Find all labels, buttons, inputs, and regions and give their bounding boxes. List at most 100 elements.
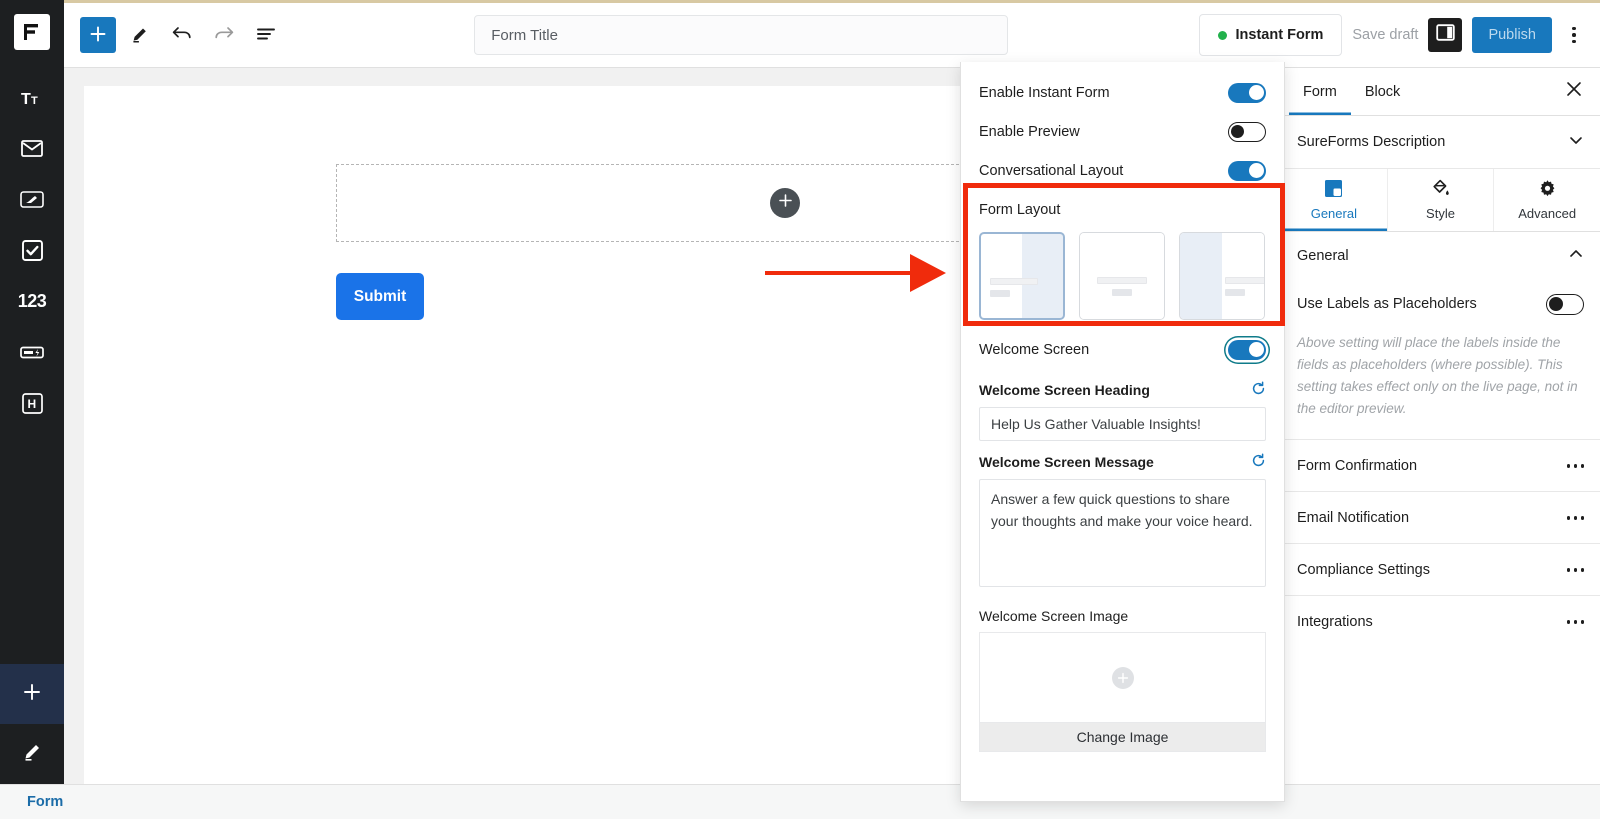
left-tool-rail: TT 123 <box>0 0 64 784</box>
conversational-layout-label: Conversational Layout <box>979 163 1123 179</box>
layout-centered-option[interactable] <box>1079 232 1165 320</box>
reset-arrow-icon[interactable] <box>1251 381 1266 399</box>
enable-preview-toggle[interactable] <box>1228 122 1266 142</box>
form-submit-button[interactable]: Submit <box>336 273 424 320</box>
subtab-advanced-label: Advanced <box>1518 206 1576 221</box>
ellipsis-icon[interactable] <box>1567 516 1585 520</box>
enable-instant-form-row: Enable Instant Form <box>979 73 1266 112</box>
subtab-style[interactable]: Style <box>1388 169 1495 231</box>
toggle-knob <box>1249 85 1264 100</box>
sureforms-description-header[interactable]: SureForms Description <box>1281 116 1600 168</box>
close-x-icon <box>1566 81 1582 102</box>
undo-button[interactable] <box>164 17 200 53</box>
svg-text:H: H <box>27 397 36 411</box>
welcome-heading-label: Welcome Screen Heading <box>979 382 1150 398</box>
signature-field-tool[interactable] <box>0 174 64 225</box>
text-size-icon: TT <box>21 89 43 107</box>
input-field-tool[interactable] <box>0 327 64 378</box>
sureforms-logo-icon[interactable] <box>14 14 50 50</box>
welcome-screen-image-dropzone[interactable] <box>979 632 1266 722</box>
compliance-settings-label: Compliance Settings <box>1297 562 1430 578</box>
signature-icon <box>20 191 44 208</box>
tab-block[interactable]: Block <box>1351 68 1414 115</box>
conversational-layout-toggle[interactable] <box>1228 161 1266 181</box>
compliance-settings-row[interactable]: Compliance Settings <box>1281 543 1600 595</box>
form-confirmation-row[interactable]: Form Confirmation <box>1281 439 1600 491</box>
tab-form[interactable]: Form <box>1289 68 1351 115</box>
block-settings-subtabs: General Style Advanced <box>1281 168 1600 232</box>
header-title-area <box>284 15 1199 55</box>
welcome-heading-label-row: Welcome Screen Heading <box>979 381 1266 399</box>
more-options-button[interactable] <box>1562 27 1586 44</box>
sureforms-description-title: SureForms Description <box>1297 134 1445 150</box>
rail-tool-list: TT 123 <box>0 72 64 429</box>
subtab-advanced[interactable]: Advanced <box>1494 169 1600 231</box>
instant-form-button[interactable]: Instant Form <box>1199 14 1343 56</box>
form-layout-label: Form Layout <box>979 202 1266 218</box>
subtab-general[interactable]: General <box>1281 169 1388 231</box>
chevron-down-icon <box>1568 132 1584 152</box>
add-block-button[interactable] <box>80 17 116 53</box>
rail-bottom-actions <box>0 664 64 784</box>
ellipsis-icon[interactable] <box>1567 620 1585 624</box>
redo-button[interactable] <box>206 17 242 53</box>
general-group-header[interactable]: General <box>1281 232 1600 280</box>
add-block-inline-button[interactable] <box>770 188 800 218</box>
editor-root: TT 123 <box>0 0 1600 819</box>
tools-pencil-button[interactable] <box>122 17 158 53</box>
welcome-screen-label: Welcome Screen <box>979 342 1089 358</box>
publish-button[interactable]: Publish <box>1472 17 1552 53</box>
enable-instant-form-toggle[interactable] <box>1228 83 1266 103</box>
editor-header: Instant Form Save draft Publish <box>64 3 1600 68</box>
general-group-title: General <box>1297 248 1349 264</box>
email-field-tool[interactable] <box>0 123 64 174</box>
layout-right-pane-option[interactable] <box>979 232 1065 320</box>
ellipsis-icon[interactable] <box>1567 464 1585 468</box>
form-title-input[interactable] <box>474 15 1008 55</box>
form-layout-options <box>979 232 1266 320</box>
number-field-tool[interactable]: 123 <box>0 276 64 327</box>
toggle-knob <box>1249 342 1264 357</box>
plus-icon <box>1112 667 1134 689</box>
layout-left-pane-option[interactable] <box>1179 232 1265 320</box>
document-overview-button[interactable] <box>248 17 284 53</box>
toggle-knob <box>1549 297 1563 311</box>
popover-content: Enable Instant Form Enable Preview Conve… <box>961 73 1284 752</box>
welcome-message-label-row: Welcome Screen Message <box>979 453 1266 471</box>
instant-form-settings-popover: Enable Instant Form Enable Preview Conve… <box>960 62 1285 802</box>
close-sidebar-button[interactable] <box>1556 74 1592 110</box>
use-labels-as-placeholders-toggle[interactable] <box>1546 294 1584 315</box>
reset-arrow-icon[interactable] <box>1251 453 1266 471</box>
welcome-screen-message-textarea[interactable] <box>979 479 1266 587</box>
welcome-screen-heading-input[interactable] <box>979 407 1266 441</box>
pencil-icon <box>22 741 43 767</box>
change-image-button[interactable]: Change Image <box>979 722 1266 752</box>
plus-icon <box>22 682 42 707</box>
breadcrumb[interactable]: Form <box>27 794 63 810</box>
envelope-icon <box>21 140 43 157</box>
editor-footer: Form <box>0 784 1600 819</box>
status-dot <box>1218 31 1227 40</box>
welcome-image-label: Welcome Screen Image <box>979 608 1128 624</box>
welcome-screen-toggle[interactable] <box>1228 340 1266 360</box>
heading-field-tool[interactable]: H <box>0 378 64 429</box>
text-field-tool[interactable]: TT <box>0 72 64 123</box>
integrations-label: Integrations <box>1297 614 1373 630</box>
integrations-row[interactable]: Integrations <box>1281 595 1600 647</box>
ellipsis-icon[interactable] <box>1567 568 1585 572</box>
kebab-dot <box>1572 27 1576 31</box>
checkbox-field-tool[interactable] <box>0 225 64 276</box>
settings-sidebar-toggle[interactable] <box>1428 18 1462 52</box>
rail-add-button[interactable] <box>0 664 64 724</box>
settings-sidebar: Form Block SureForms Description General <box>1280 68 1600 784</box>
email-notification-label: Email Notification <box>1297 510 1409 526</box>
save-draft-button[interactable]: Save draft <box>1352 27 1418 43</box>
use-labels-as-placeholders-label: Use Labels as Placeholders <box>1297 296 1477 312</box>
enable-preview-label: Enable Preview <box>979 124 1080 140</box>
rail-edit-button[interactable] <box>0 724 64 784</box>
input-bolt-icon <box>20 345 44 360</box>
welcome-screen-row: Welcome Screen <box>979 330 1266 369</box>
email-notification-row[interactable]: Email Notification <box>1281 491 1600 543</box>
pencil-icon <box>130 24 150 47</box>
welcome-message-label: Welcome Screen Message <box>979 454 1154 470</box>
